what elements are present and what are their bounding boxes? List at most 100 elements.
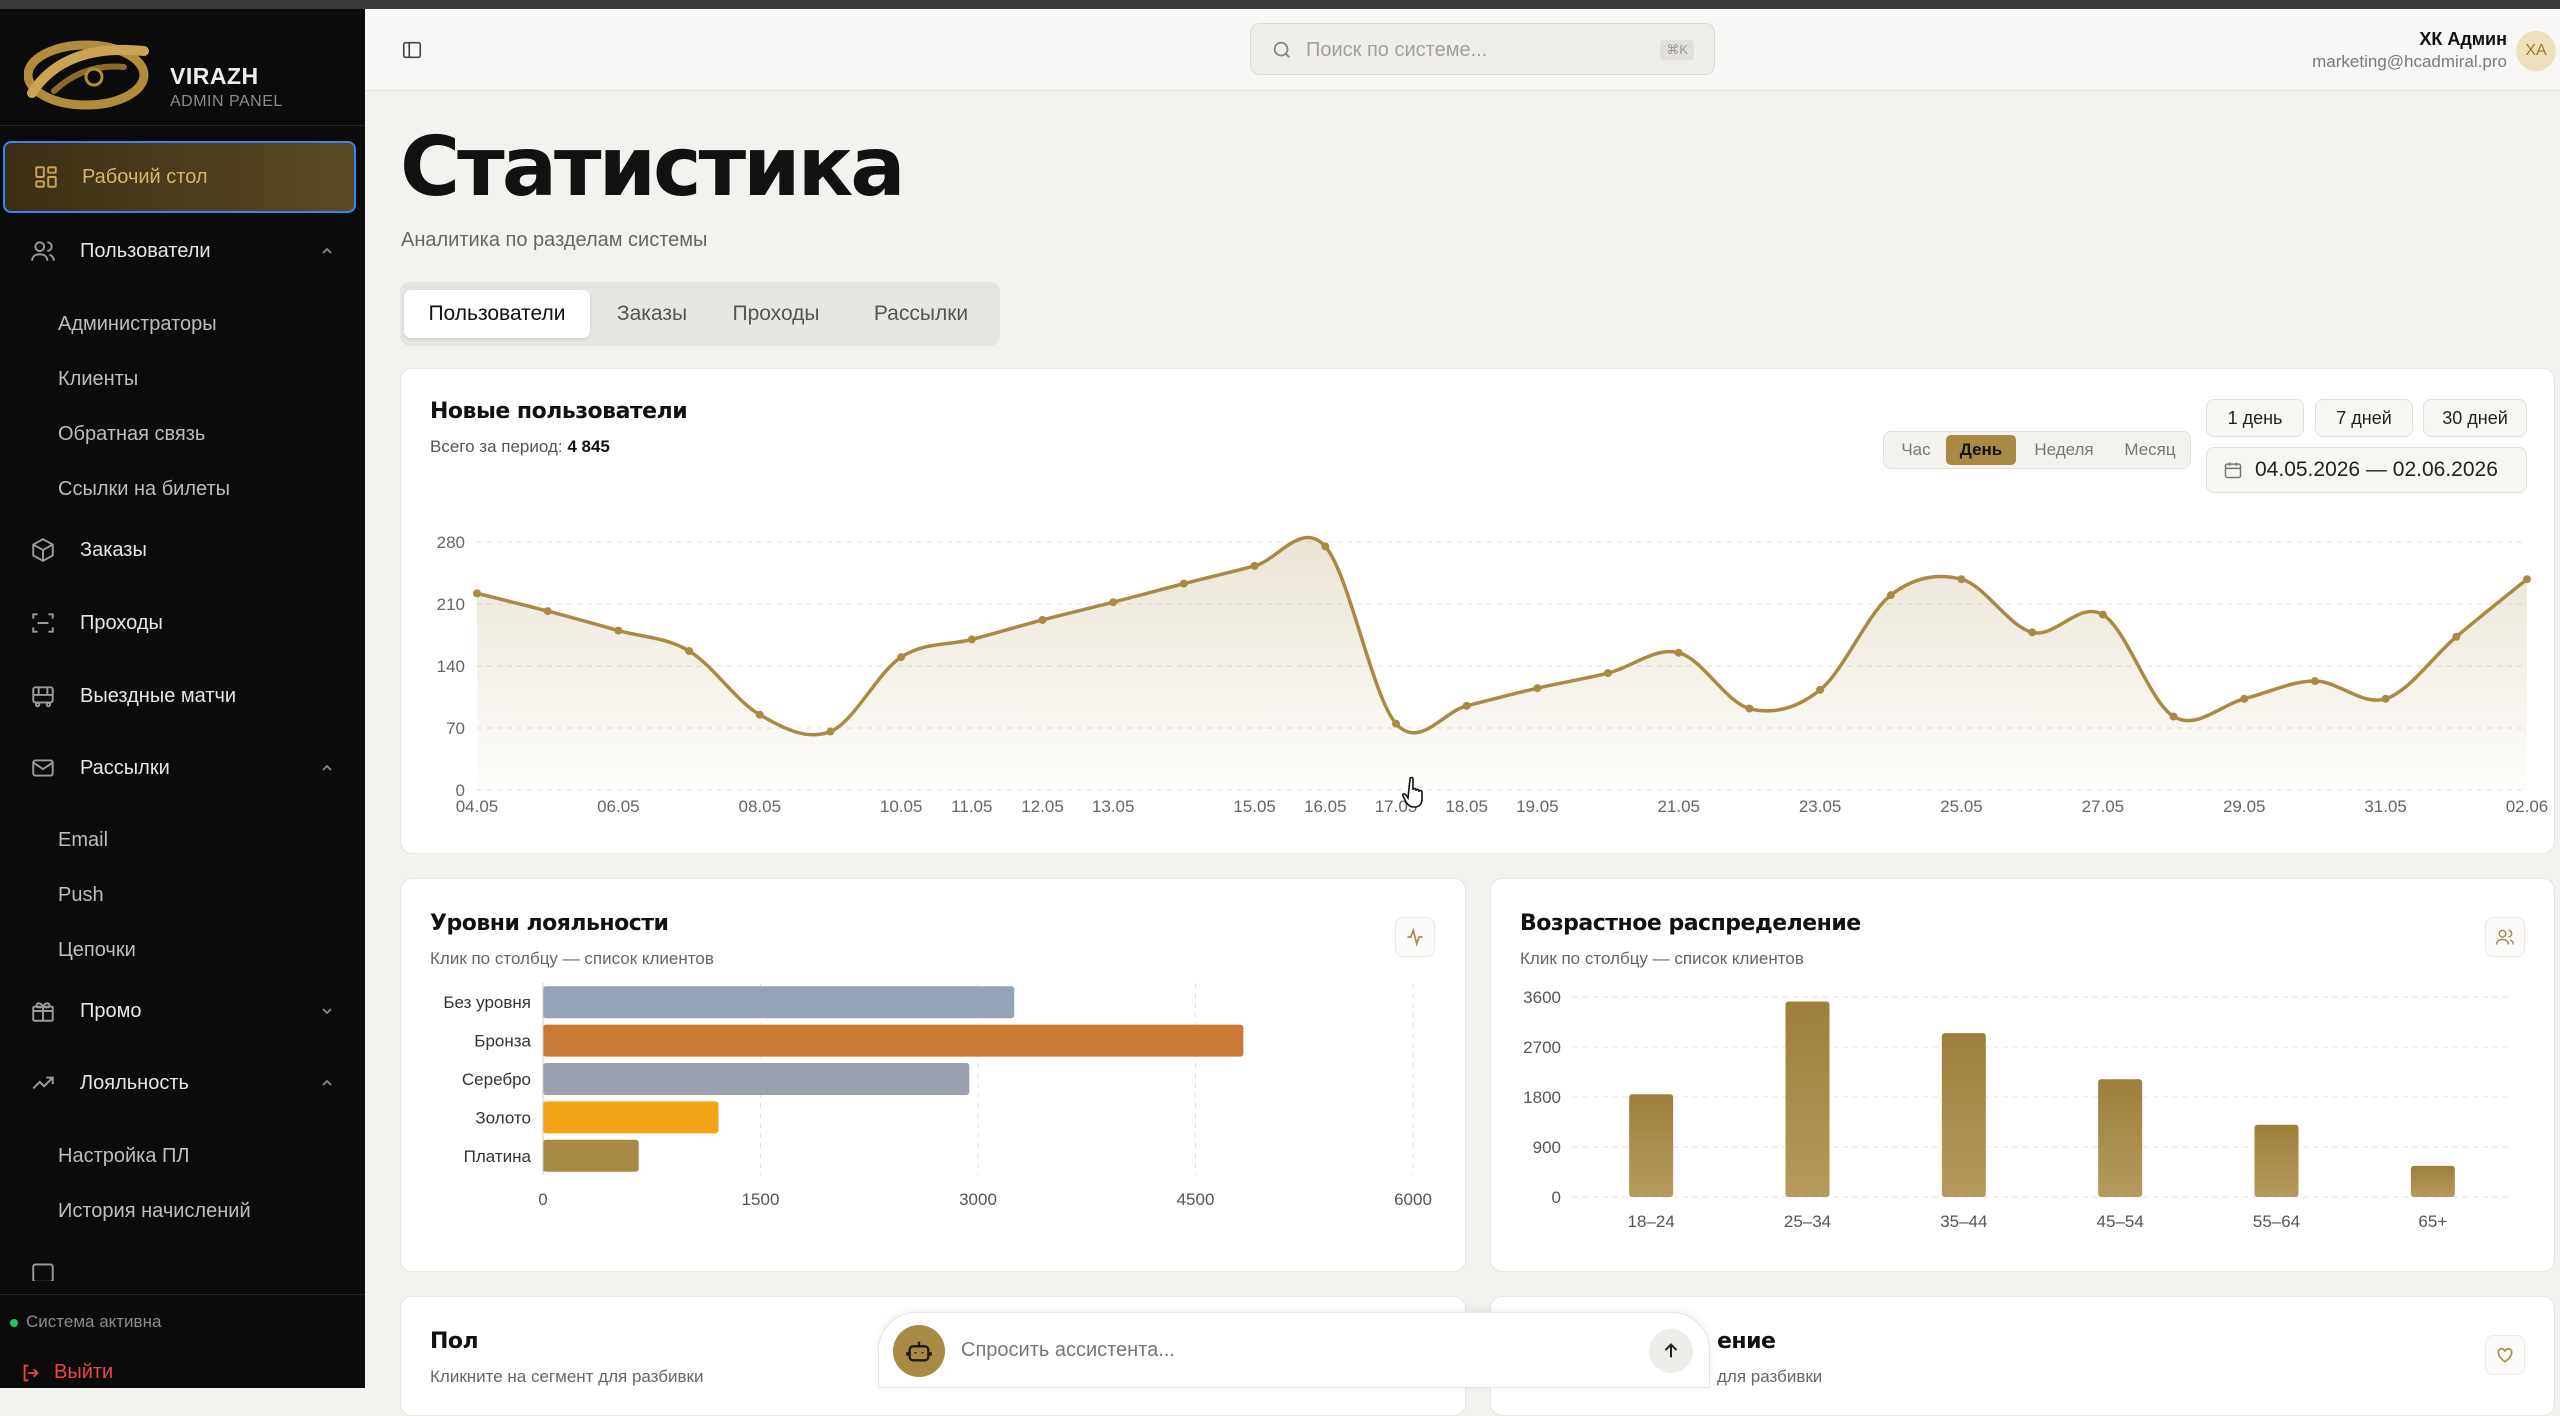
data-point [967, 635, 976, 644]
range-7-days-button[interactable]: 7 дней [2315, 399, 2413, 437]
sidebar-subitem-clients[interactable]: Клиенты [58, 368, 138, 391]
x-tick-label: 02.06 [2506, 797, 2549, 816]
period-total-value: 4 845 [567, 437, 610, 456]
y-tick-label: 0 [1552, 1188, 1561, 1207]
send-button[interactable] [1649, 1329, 1693, 1373]
sidebar-item-orders[interactable]: Заказы [0, 519, 365, 581]
sidebar-toggle-icon[interactable] [401, 39, 423, 61]
loyalty-bar-chart[interactable]: 0 1500 3000 4500 6000 Без уровня Бронза Серебро… [401, 979, 1467, 1273]
tab-passes[interactable]: Проходы [714, 290, 838, 338]
sidebar-item-users[interactable]: Пользователи [0, 220, 365, 282]
logout-label: Выйти [54, 1361, 114, 1383]
tab-orders[interactable]: Заказы [600, 290, 704, 338]
data-point [1745, 704, 1754, 713]
scan-icon [32, 613, 54, 633]
x-tick-label: 29.05 [2223, 797, 2266, 816]
category-label: Серебро [462, 1070, 531, 1089]
sidebar-item-dashboard[interactable]: Рабочий стол [3, 141, 356, 213]
granularity-month[interactable]: Месяц [2112, 435, 2188, 465]
data-point [1533, 684, 1542, 693]
loyalty-bar [543, 1101, 719, 1134]
data-point [897, 653, 906, 662]
search-icon [1273, 41, 1290, 58]
search-shortcut: ⌘K [1660, 40, 1694, 60]
data-point [614, 626, 623, 635]
data-point [2452, 632, 2461, 641]
y-tick-label: 3600 [1523, 988, 1561, 1007]
sidebar-subitem-admins[interactable]: Администраторы [58, 313, 217, 336]
card-title: Новые пользователи [430, 399, 688, 424]
user-email: marketing@hcadmiral.pro [2312, 52, 2507, 71]
range-30-days-button[interactable]: 30 дней [2423, 399, 2527, 437]
category-label: Золото [475, 1108, 531, 1127]
x-tick-label: 1500 [742, 1190, 780, 1209]
x-tick-label: 23.05 [1799, 797, 1842, 816]
loyalty-bar [543, 1139, 639, 1172]
calendar-icon [2224, 462, 2242, 479]
sidebar-item-loyalty[interactable]: Лояльность [0, 1052, 365, 1114]
tab-users[interactable]: Пользователи [404, 290, 590, 338]
category-label: Без уровня [443, 993, 531, 1012]
top-header: Поиск по системе... ⌘K ХК Админ marketin… [365, 9, 2560, 91]
data-point [2240, 694, 2249, 703]
chevron-up-icon [322, 1079, 332, 1086]
data-point [2381, 694, 2390, 703]
logout-button[interactable]: Выйти [20, 1361, 113, 1384]
data-point [2098, 610, 2107, 619]
sidebar-item-away-matches[interactable]: Выездные матчи [0, 665, 365, 727]
category-label: 35–44 [1940, 1212, 1987, 1231]
sidebar-subitem-loyalty-settings[interactable]: Настройка ПЛ [58, 1145, 190, 1168]
category-label: 55–64 [2253, 1212, 2300, 1231]
data-point [1391, 719, 1400, 728]
sidebar-subitem-accrual-history[interactable]: История начислений [58, 1200, 251, 1223]
card-subtitle-fragment: для разбивки [1717, 1367, 1823, 1386]
age-users-button[interactable] [2485, 917, 2525, 957]
data-point [685, 646, 694, 655]
sidebar-subitem-email[interactable]: Email [58, 829, 108, 852]
search-input[interactable]: Поиск по системе... ⌘K [1250, 23, 1715, 75]
sidebar-item-label: Заказы [80, 538, 147, 561]
category-label: Платина [464, 1147, 532, 1166]
x-tick-label: 04.05 [456, 797, 499, 816]
assistant-input[interactable]: Спросить ассистента... [878, 1312, 1710, 1388]
granularity-day[interactable]: День [1946, 435, 2016, 465]
dashboard-icon [35, 166, 57, 188]
virazh-logo [24, 40, 149, 110]
chart-type-button[interactable] [1395, 917, 1435, 957]
heart-button[interactable] [2485, 1335, 2525, 1375]
x-tick-label: 6000 [1394, 1190, 1432, 1209]
loyalty-bar [543, 1063, 970, 1095]
sidebar-subitem-chains[interactable]: Цепочки [58, 939, 136, 962]
avatar[interactable]: ХА [2516, 31, 2556, 71]
tab-mailings[interactable]: Рассылки [848, 290, 994, 338]
x-tick-label: 4500 [1177, 1190, 1215, 1209]
granularity-week[interactable]: Неделя [2018, 435, 2110, 465]
sidebar-bottom-divider [0, 1294, 365, 1295]
assistant-bot-icon [893, 1325, 945, 1377]
data-point [473, 589, 481, 598]
data-point [1250, 561, 1259, 570]
new-users-line-chart[interactable]: 07014021028004.05 06.05 08.05 10.05 11.05 12.… [401, 509, 2556, 855]
status-dot-icon [10, 1318, 18, 1327]
sidebar-subitem-feedback[interactable]: Обратная связь [58, 423, 205, 446]
category-label: Бронза [474, 1032, 531, 1051]
sidebar-subitem-push[interactable]: Push [58, 884, 104, 907]
gift-icon [32, 1002, 54, 1022]
user-name: ХК Админ [2419, 29, 2507, 49]
chevron-up-icon [322, 764, 332, 771]
sidebar-subitem-ticket-links[interactable]: Ссылки на билеты [58, 478, 230, 501]
x-tick-label: 21.05 [1657, 797, 1700, 816]
data-point [1462, 701, 1471, 710]
sidebar-item-mailings[interactable]: Рассылки [0, 737, 365, 799]
brand[interactable]: VIRAZH ADMIN PANEL [24, 27, 344, 117]
sidebar-item-promo[interactable]: Промо [0, 980, 365, 1042]
y-tick-label: 280 [437, 533, 465, 552]
age-bar [1941, 1033, 1986, 1197]
age-bar-chart[interactable]: 0 900 1800 2700 3600 18–24 25–34 35–44 45–54 55–6… [1491, 979, 2556, 1273]
logout-icon [23, 1364, 39, 1381]
granularity-hour[interactable]: Час [1888, 435, 1944, 465]
date-range-picker[interactable]: 04.05.2026 — 02.06.2026 [2206, 447, 2527, 493]
sidebar-item-passes[interactable]: Проходы [0, 592, 365, 654]
user-info[interactable]: ХК Админ marketing@hcadmiral.pro [2312, 29, 2507, 72]
range-1-day-button[interactable]: 1 день [2206, 399, 2304, 437]
